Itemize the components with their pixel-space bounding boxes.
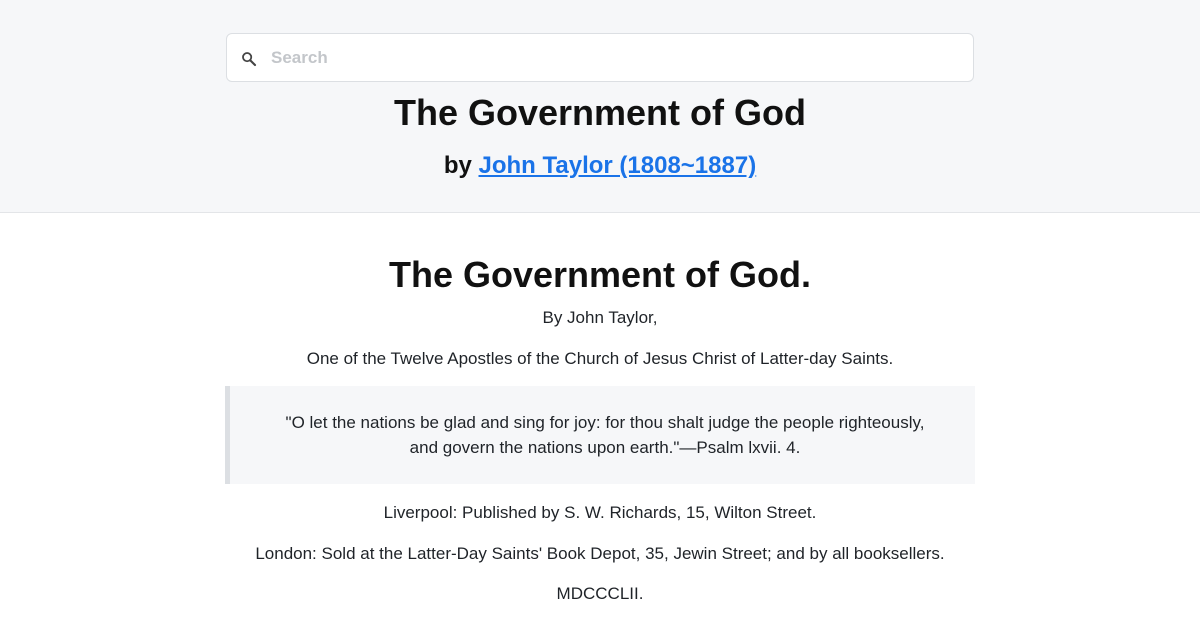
header-section: The Government of God by John Taylor (18… — [0, 0, 1200, 213]
byline-prefix: by — [443, 152, 472, 179]
epigraph-blockquote: "O let the nations be glad and sing for … — [225, 386, 975, 484]
search-input[interactable] — [271, 44, 961, 72]
publisher-liverpool: Liverpool: Published by S. W. Richards, … — [383, 503, 817, 522]
document-byline: By John Taylor, — [542, 308, 658, 327]
document-title: The Government of God. — [388, 254, 811, 295]
page-title: The Government of God — [393, 92, 806, 133]
epigraph-text: "O let the nations be glad and sing for … — [285, 413, 925, 457]
publisher-london: London: Sold at the Latter-Day Saints' B… — [255, 544, 945, 563]
search-box[interactable] — [226, 33, 974, 82]
publication-year: MDCCCLII. — [556, 584, 644, 603]
author-byline: by John Taylor (1808~1887) — [0, 152, 1200, 180]
author-link[interactable]: John Taylor (1808~1887) — [479, 152, 757, 179]
author-affiliation: One of the Twelve Apostles of the Church… — [306, 349, 894, 368]
search-icon — [242, 52, 257, 67]
